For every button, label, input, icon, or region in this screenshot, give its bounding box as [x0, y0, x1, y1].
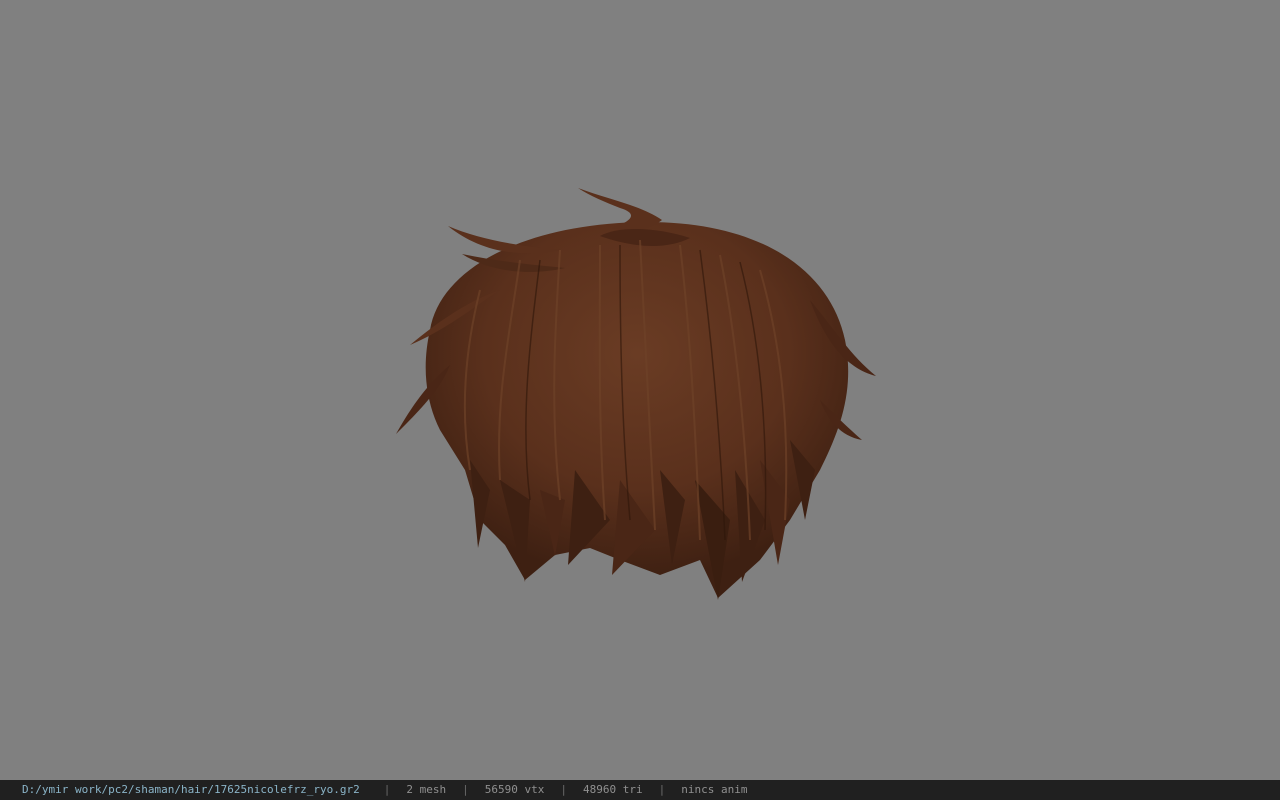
vertex-count: 56590 vtx — [484, 783, 545, 796]
status-bar: D:/ymir work/pc2/shaman/hair/17625nicole… — [0, 780, 1280, 800]
status-separator: | — [560, 783, 567, 796]
animation-status: nincs anim — [681, 783, 748, 796]
mesh-count: 2 mesh — [406, 783, 447, 796]
hair-model-render[interactable] — [0, 0, 1280, 780]
triangle-count: 48960 tri — [583, 783, 643, 796]
3d-viewport[interactable] — [0, 0, 1280, 780]
status-separator: | — [383, 783, 391, 796]
file-path: D:/ymir work/pc2/shaman/hair/17625nicole… — [22, 783, 360, 796]
status-separator: | — [462, 783, 469, 796]
hair-mass — [396, 188, 876, 600]
status-separator: | — [658, 783, 666, 796]
